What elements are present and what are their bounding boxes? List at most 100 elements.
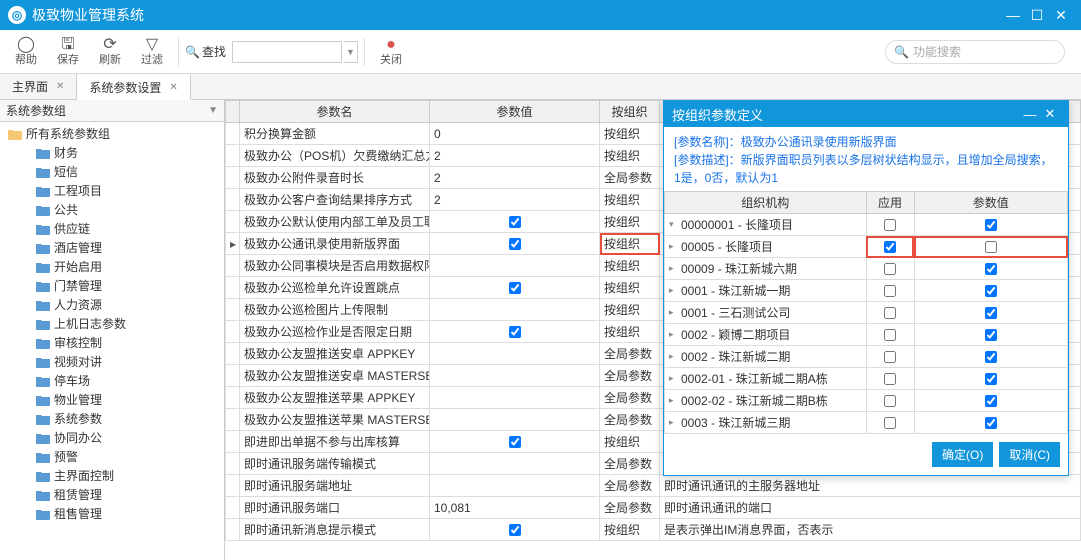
table-row[interactable]: 即时通讯新消息提示模式按组织是表示弹出IM消息界面，否表示 (226, 519, 1081, 541)
expand-icon[interactable]: ▸ (669, 417, 679, 428)
org-app-checkbox[interactable] (884, 285, 896, 297)
search-dropdown[interactable]: ▼ (344, 41, 358, 63)
org-app-checkbox[interactable] (884, 329, 896, 341)
refresh-button[interactable]: ⟳刷新 (90, 37, 130, 67)
tab-0[interactable]: 主界面✕ (0, 74, 77, 99)
param-value[interactable] (430, 475, 600, 497)
param-value[interactable] (430, 211, 600, 233)
org-row[interactable]: ▸0002 - 颖博二期项目 (665, 324, 1068, 346)
tree-item[interactable]: 酒店管理 (0, 238, 224, 257)
close-window-button[interactable]: ✕ (1049, 7, 1073, 24)
close-button[interactable]: ●关闭 (371, 37, 411, 67)
org-app-checkbox[interactable] (884, 395, 896, 407)
org-app-checkbox[interactable] (884, 373, 896, 385)
tree-item[interactable]: 上机日志参数 (0, 314, 224, 333)
org-row[interactable]: ▾00000001 - 长隆项目 (665, 214, 1068, 236)
param-checkbox[interactable] (509, 436, 521, 448)
org-app-checkbox[interactable] (884, 219, 896, 231)
expand-icon[interactable]: ▸ (669, 351, 679, 362)
max-button[interactable]: ☐ (1025, 7, 1049, 24)
param-value[interactable]: 0 (430, 123, 600, 145)
tree-item[interactable]: 门禁管理 (0, 276, 224, 295)
org-pv-checkbox[interactable] (985, 307, 997, 319)
param-value[interactable]: 2 (430, 145, 600, 167)
param-value[interactable] (430, 277, 600, 299)
org-pv-checkbox[interactable] (985, 417, 997, 429)
tree-item[interactable]: 主界面控制 (0, 466, 224, 485)
tree-item[interactable]: 租赁管理 (0, 485, 224, 504)
filter-button[interactable]: ▽过滤 (132, 37, 172, 67)
param-checkbox[interactable] (509, 326, 521, 338)
search-input[interactable] (232, 41, 342, 63)
org-row[interactable]: ▸0001 - 三石测试公司 (665, 302, 1068, 324)
org-pv-checkbox[interactable] (985, 395, 997, 407)
tree-root[interactable]: 所有系统参数组 (0, 124, 224, 143)
param-value[interactable] (430, 519, 600, 541)
org-app-checkbox[interactable] (884, 263, 896, 275)
org-pv-checkbox[interactable] (985, 329, 997, 341)
expand-icon[interactable]: ▸ (669, 395, 679, 406)
tree-item[interactable]: 工程项目 (0, 181, 224, 200)
param-value[interactable] (430, 453, 600, 475)
tree-item[interactable]: 开始启用 (0, 257, 224, 276)
org-app-checkbox[interactable] (884, 241, 896, 253)
org-app-checkbox[interactable] (884, 417, 896, 429)
param-value[interactable] (430, 409, 600, 431)
table-row[interactable]: 即时通讯服务端地址全局参数即时通讯通讯的主服务器地址 (226, 475, 1081, 497)
org-pv-checkbox[interactable] (985, 285, 997, 297)
tree-item[interactable]: 租售管理 (0, 504, 224, 523)
expand-icon[interactable]: ▸ (669, 329, 679, 340)
org-app-checkbox[interactable] (884, 351, 896, 363)
tree-item[interactable]: 停车场 (0, 371, 224, 390)
expand-icon[interactable]: ▸ (669, 285, 679, 296)
func-search[interactable]: 🔍功能搜索 (885, 40, 1065, 64)
param-value[interactable] (430, 255, 600, 277)
org-pv-checkbox[interactable] (985, 241, 997, 253)
param-value[interactable] (430, 343, 600, 365)
min-button[interactable]: — (1001, 7, 1025, 23)
param-value[interactable] (430, 365, 600, 387)
tree-item[interactable]: 供应链 (0, 219, 224, 238)
tree-item[interactable]: 预警 (0, 447, 224, 466)
param-value[interactable]: 10,081 (430, 497, 600, 519)
table-row[interactable]: 即时通讯服务端口10,081全局参数即时通讯通讯的端口 (226, 497, 1081, 519)
tree-item[interactable]: 系统参数 (0, 409, 224, 428)
tree-item[interactable]: 短信 (0, 162, 224, 181)
org-row[interactable]: ▸00005 - 长隆项目 (665, 236, 1068, 258)
tree-item[interactable]: 财务 (0, 143, 224, 162)
param-checkbox[interactable] (509, 282, 521, 294)
expand-icon[interactable]: ▸ (669, 241, 679, 252)
org-row[interactable]: ▸0002 - 珠江新城二期 (665, 346, 1068, 368)
chevron-down-icon[interactable]: ▼ (208, 105, 218, 116)
org-row[interactable]: ▸0002-01 - 珠江新城二期A栋 (665, 368, 1068, 390)
param-checkbox[interactable] (509, 524, 521, 536)
org-pv-checkbox[interactable] (985, 219, 997, 231)
org-row[interactable]: ▸0003 - 珠江新城三期 (665, 412, 1068, 434)
org-pv-checkbox[interactable] (985, 373, 997, 385)
expand-icon[interactable]: ▸ (669, 373, 679, 384)
org-row[interactable]: ▸0001 - 珠江新城一期 (665, 280, 1068, 302)
org-app-checkbox[interactable] (884, 307, 896, 319)
param-value[interactable]: 2 (430, 189, 600, 211)
param-value[interactable] (430, 321, 600, 343)
org-row[interactable]: ▸0002-02 - 珠江新城二期B栋 (665, 390, 1068, 412)
tree-item[interactable]: 协同办公 (0, 428, 224, 447)
tree-item[interactable]: 视频对讲 (0, 352, 224, 371)
expand-icon[interactable]: ▸ (669, 263, 679, 274)
org-row[interactable]: ▸00009 - 珠江新城六期 (665, 258, 1068, 280)
param-value[interactable]: 2 (430, 167, 600, 189)
tree-item[interactable]: 人力资源 (0, 295, 224, 314)
param-checkbox[interactable] (509, 238, 521, 250)
help-button[interactable]: ◯帮助 (6, 37, 46, 67)
expand-icon[interactable]: ▾ (669, 219, 679, 230)
tab-close-icon[interactable]: ✕ (56, 81, 64, 92)
param-value[interactable] (430, 299, 600, 321)
tree-item[interactable]: 物业管理 (0, 390, 224, 409)
popup-close-button[interactable]: ✕ (1040, 106, 1060, 122)
org-pv-checkbox[interactable] (985, 263, 997, 275)
tab-1[interactable]: 系统参数设置✕ (77, 75, 190, 100)
popup-min-button[interactable]: — (1020, 107, 1040, 122)
tree-item[interactable]: 公共 (0, 200, 224, 219)
popup-cancel-button[interactable]: 取消(C) (999, 442, 1060, 467)
param-value[interactable] (430, 233, 600, 255)
